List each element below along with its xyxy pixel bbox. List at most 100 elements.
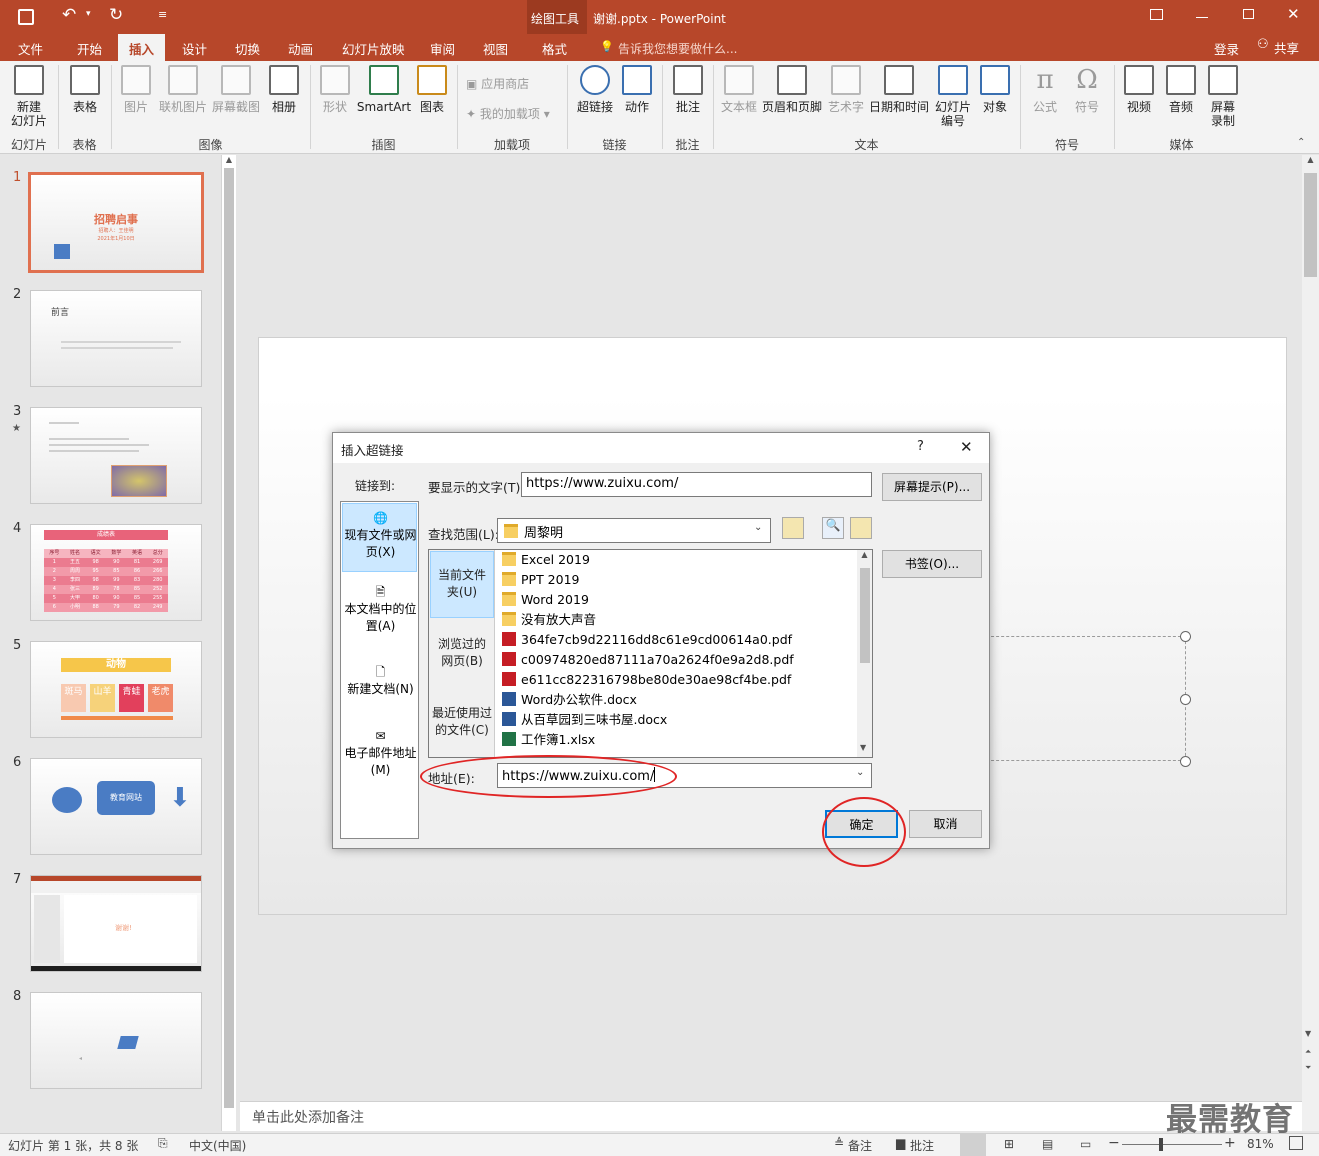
action-button[interactable]: 动作 [619,65,655,114]
chart-button[interactable]: 图表 [414,65,450,114]
album-button[interactable]: 相册 [266,65,302,114]
my-addins-button[interactable]: ✦ 我的加载项 ▾ [466,105,550,122]
help-button[interactable]: ? [917,439,924,454]
screen-record-button[interactable]: 屏幕 录制 [1203,65,1243,128]
minimize-icon[interactable] [1196,17,1208,18]
nav-place-in-document[interactable]: 🗎 本文档中的位置(A) [342,584,419,635]
nav-new-document[interactable]: 🗋 新建文档(N) [342,664,419,698]
resize-handle[interactable] [1180,756,1191,767]
file-list-item[interactable]: Excel 2019 [502,550,590,570]
scroll-down-icon[interactable]: ▼ [860,743,866,752]
tell-me-box[interactable]: 告诉我您想要做什么... [618,40,737,57]
undo-dropdown-icon[interactable]: ▾ [86,9,91,19]
file-list-item[interactable]: 没有放大声音 [502,610,596,630]
selected-shape-outline[interactable] [986,636,1186,761]
editor-scrollbar[interactable]: ▲ ▼ ⏶ ⏷ [1302,155,1319,1131]
video-button[interactable]: 视频 [1120,65,1158,114]
customize-qat-icon[interactable]: ≡ [158,8,167,21]
cancel-button[interactable]: 取消 [909,810,982,838]
zoom-slider-thumb[interactable] [1159,1138,1163,1151]
notes-toggle[interactable]: 备注 [848,1137,872,1154]
tab-review[interactable]: 审阅 [430,39,455,58]
store-button[interactable]: ▣ 应用商店 [466,75,529,92]
shapes-button[interactable]: 形状 [317,65,353,114]
datetime-button[interactable]: 日期和时间 [868,65,930,114]
zoom-level[interactable]: 81% [1247,1137,1274,1151]
tab-slideshow[interactable]: 幻灯片放映 [342,39,405,58]
file-list-item[interactable]: 从百草园到三味书屋.docx [502,710,667,730]
bookmark-button[interactable]: 书签(O)... [882,550,982,578]
chevron-down-icon[interactable]: ⌄ [856,767,864,778]
slide-number-button[interactable]: 幻灯片 编号 [932,65,974,128]
file-list-item[interactable]: PPT 2019 [502,570,580,590]
tab-home[interactable]: 开始 [77,39,102,58]
spellcheck-icon[interactable]: ⎘ [158,1136,168,1151]
look-in-select[interactable]: 周黎明 ⌄ [497,518,771,543]
slide-thumb-3[interactable] [30,407,202,504]
tab-insert[interactable]: 插入 [118,34,166,61]
file-list-item[interactable]: e611cc822316798be80de30ae98cf4be.pdf [502,670,791,690]
hyperlink-button[interactable]: 超链接 [573,65,617,114]
display-text-input[interactable]: https://www.zuixu.com/ [521,472,872,497]
subnav-browsed-pages[interactable]: 浏览过的网页(B) [433,636,491,670]
browse-web-icon[interactable]: 🔍 [822,517,844,539]
scroll-up-icon[interactable]: ▲ [222,155,236,164]
file-list-item[interactable]: 工作簿1.xlsx [502,730,595,750]
header-footer-button[interactable]: 页眉和页脚 [761,65,823,114]
object-button[interactable]: 对象 [977,65,1013,114]
window-close-icon[interactable]: ✕ [1287,5,1300,23]
tab-format[interactable]: 格式 [542,39,567,58]
nav-existing-file[interactable]: 🌐 现有文件或网页(X) [342,510,419,561]
up-folder-icon[interactable] [782,517,804,539]
dialog-close-button[interactable]: ✕ [960,438,973,456]
redo-icon[interactable]: ↻ [109,5,123,25]
login-link[interactable]: 登录 [1214,39,1239,58]
next-slide-icon[interactable]: ⏷ [1305,1063,1311,1073]
tab-transitions[interactable]: 切换 [235,39,260,58]
browse-file-icon[interactable] [850,517,872,539]
slide-thumb-6[interactable]: 教育网站 ⬇ [30,758,202,855]
scroll-down-icon[interactable]: ▼ [1305,1029,1311,1038]
save-icon[interactable] [18,9,34,25]
file-list-scrollbar[interactable]: ▲ ▼ [857,550,872,757]
screenshot-button[interactable]: 屏幕截图 [210,65,262,114]
slide-thumb-1[interactable]: 招聘启事 招聘人：王佳明 2021年1月10日 [28,172,204,273]
file-list-item[interactable]: Word 2019 [502,590,589,610]
picture-button[interactable]: 图片 [118,65,154,114]
file-list-item[interactable]: c00974820ed87111a70a2624f0e9a2d8.pdf [502,650,794,670]
tab-file[interactable]: 文件 [18,39,43,58]
chevron-down-icon[interactable]: ⌄ [754,522,762,533]
slide-thumb-7[interactable]: 谢谢! [30,875,202,972]
scroll-up-icon[interactable]: ▲ [857,550,872,559]
subnav-current-folder[interactable]: 当前文件夹(U) [433,567,491,601]
table-button[interactable]: 表格 [66,65,104,114]
resize-handle[interactable] [1180,694,1191,705]
slide-thumb-2[interactable]: 前言 [30,290,202,387]
share-button[interactable]: 共享 [1274,38,1299,57]
file-list-item[interactable]: 364fe7cb9d22116dd8c61e9cd00614a0.pdf [502,630,792,650]
comment-button[interactable]: 批注 [669,65,707,114]
subnav-recent-files[interactable]: 最近使用过的文件(C) [431,705,493,739]
symbol-button[interactable]: Ω 符号 [1068,65,1106,114]
slideshow-view-icon[interactable]: ▭ [1080,1137,1091,1151]
nav-email-address[interactable]: ✉ 电子邮件地址(M) [342,728,419,779]
slide-thumb-8[interactable]: ◂ [30,992,202,1089]
file-list-item[interactable]: Word办公软件.docx [502,690,637,710]
maximize-icon[interactable] [1243,9,1254,19]
share-icon[interactable]: ⚇ [1257,37,1269,52]
notes-pane[interactable]: 单击此处添加备注 [240,1101,1302,1131]
reading-view-icon[interactable]: ▤ [1042,1137,1053,1151]
resize-handle[interactable] [1180,631,1191,642]
screen-tip-button[interactable]: 屏幕提示(P)... [882,473,982,501]
online-picture-button[interactable]: 联机图片 [157,65,209,114]
tab-design[interactable]: 设计 [182,39,207,58]
scroll-thumb[interactable] [224,168,234,1108]
slide-sorter-icon[interactable]: ⊞ [1004,1137,1014,1151]
slide-thumb-5[interactable]: 动物 斑马 山羊 青蛙 老虎 [30,641,202,738]
previous-slide-icon[interactable]: ⏶ [1305,1047,1311,1057]
smartart-button[interactable]: SmartArt [356,65,412,114]
zoom-slider[interactable] [1122,1144,1222,1145]
equation-button[interactable]: π 公式 [1026,65,1064,114]
scroll-thumb[interactable] [860,568,870,663]
slide-thumb-4[interactable]: 成绩表 序号 姓名 语文 数学 英语 总分 1 王五 98 90 81 269 2 周周 95 85 86 266… [30,524,202,621]
